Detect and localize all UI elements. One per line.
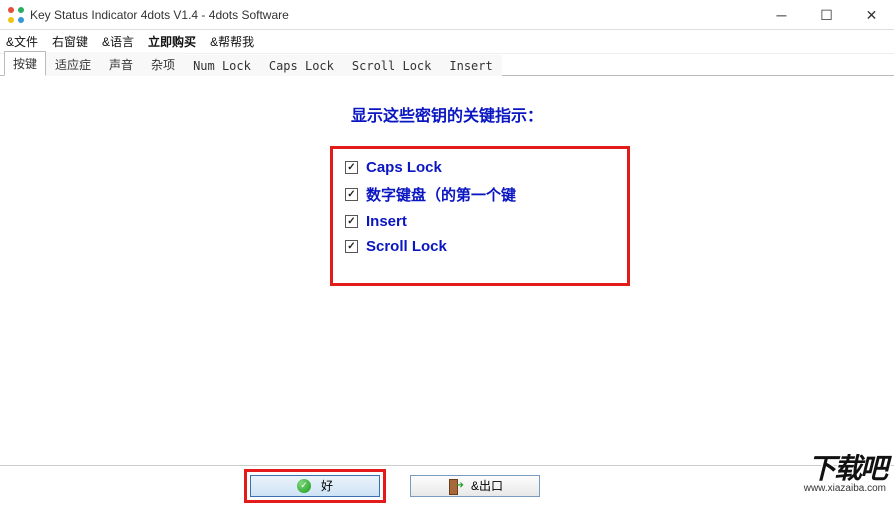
checkbox-icon: ✓	[345, 161, 358, 174]
checkbox-numpad[interactable]: ✓ 数字键盘（的第一个键	[345, 184, 615, 205]
menu-help[interactable]: &帮帮我	[210, 33, 254, 50]
door-exit-icon	[447, 479, 461, 493]
menubar: &文件 右窗键 &语言 立即购买 &帮帮我	[0, 30, 894, 54]
tab-sound[interactable]: 声音	[100, 52, 142, 76]
close-button[interactable]: ✕	[849, 0, 894, 30]
window-title: Key Status Indicator 4dots V1.4 - 4dots …	[30, 8, 289, 22]
tab-scrolllock[interactable]: Scroll Lock	[343, 55, 440, 76]
maximize-button[interactable]: ☐	[804, 0, 849, 30]
menu-file[interactable]: &文件	[6, 33, 38, 50]
tab-capslock[interactable]: Caps Lock	[260, 55, 343, 76]
exit-button-label: &出口	[471, 477, 503, 494]
checkbox-group-highlight: ✓ Caps Lock ✓ 数字键盘（的第一个键 ✓ Insert ✓ Scro…	[330, 146, 630, 286]
checkbox-scrolllock[interactable]: ✓ Scroll Lock	[345, 238, 615, 255]
ok-button-label: 好	[321, 477, 333, 494]
checkbox-label: 数字键盘（的第一个键	[366, 184, 516, 205]
window-controls: ─ ☐ ✕	[759, 0, 894, 30]
tab-content: 显示这些密钥的关键指示： ✓ Caps Lock ✓ 数字键盘（的第一个键 ✓ …	[0, 76, 894, 461]
menu-right-window[interactable]: 右窗键	[52, 33, 88, 50]
checkbox-icon: ✓	[345, 188, 358, 201]
checkbox-label: Insert	[366, 213, 407, 230]
tab-keys[interactable]: 按键	[4, 51, 46, 76]
menu-language[interactable]: &语言	[102, 33, 134, 50]
checkbox-icon: ✓	[345, 215, 358, 228]
checkbox-label: Scroll Lock	[366, 238, 447, 255]
check-icon: ✓	[297, 479, 311, 493]
tab-numlock[interactable]: Num Lock	[184, 55, 260, 76]
checkbox-label: Caps Lock	[366, 159, 442, 176]
menu-buy-now[interactable]: 立即购买	[148, 33, 196, 50]
checkbox-icon: ✓	[345, 240, 358, 253]
tab-misc[interactable]: 杂项	[142, 52, 184, 76]
ok-button-highlight: ✓ 好	[244, 469, 386, 503]
exit-button[interactable]: &出口	[410, 475, 540, 497]
ok-button[interactable]: ✓ 好	[250, 475, 380, 497]
titlebar: Key Status Indicator 4dots V1.4 - 4dots …	[0, 0, 894, 30]
app-icon	[8, 7, 24, 23]
tab-bar: 按键 适应症 声音 杂项 Num Lock Caps Lock Scroll L…	[0, 54, 894, 76]
checkbox-insert[interactable]: ✓ Insert	[345, 213, 615, 230]
content-heading: 显示这些密钥的关键指示：	[351, 102, 543, 126]
tab-insert[interactable]: Insert	[440, 55, 501, 76]
minimize-button[interactable]: ─	[759, 0, 804, 30]
checkbox-capslock[interactable]: ✓ Caps Lock	[345, 159, 615, 176]
button-bar: ✓ 好 &出口	[0, 465, 894, 505]
tab-indications[interactable]: 适应症	[46, 52, 100, 76]
